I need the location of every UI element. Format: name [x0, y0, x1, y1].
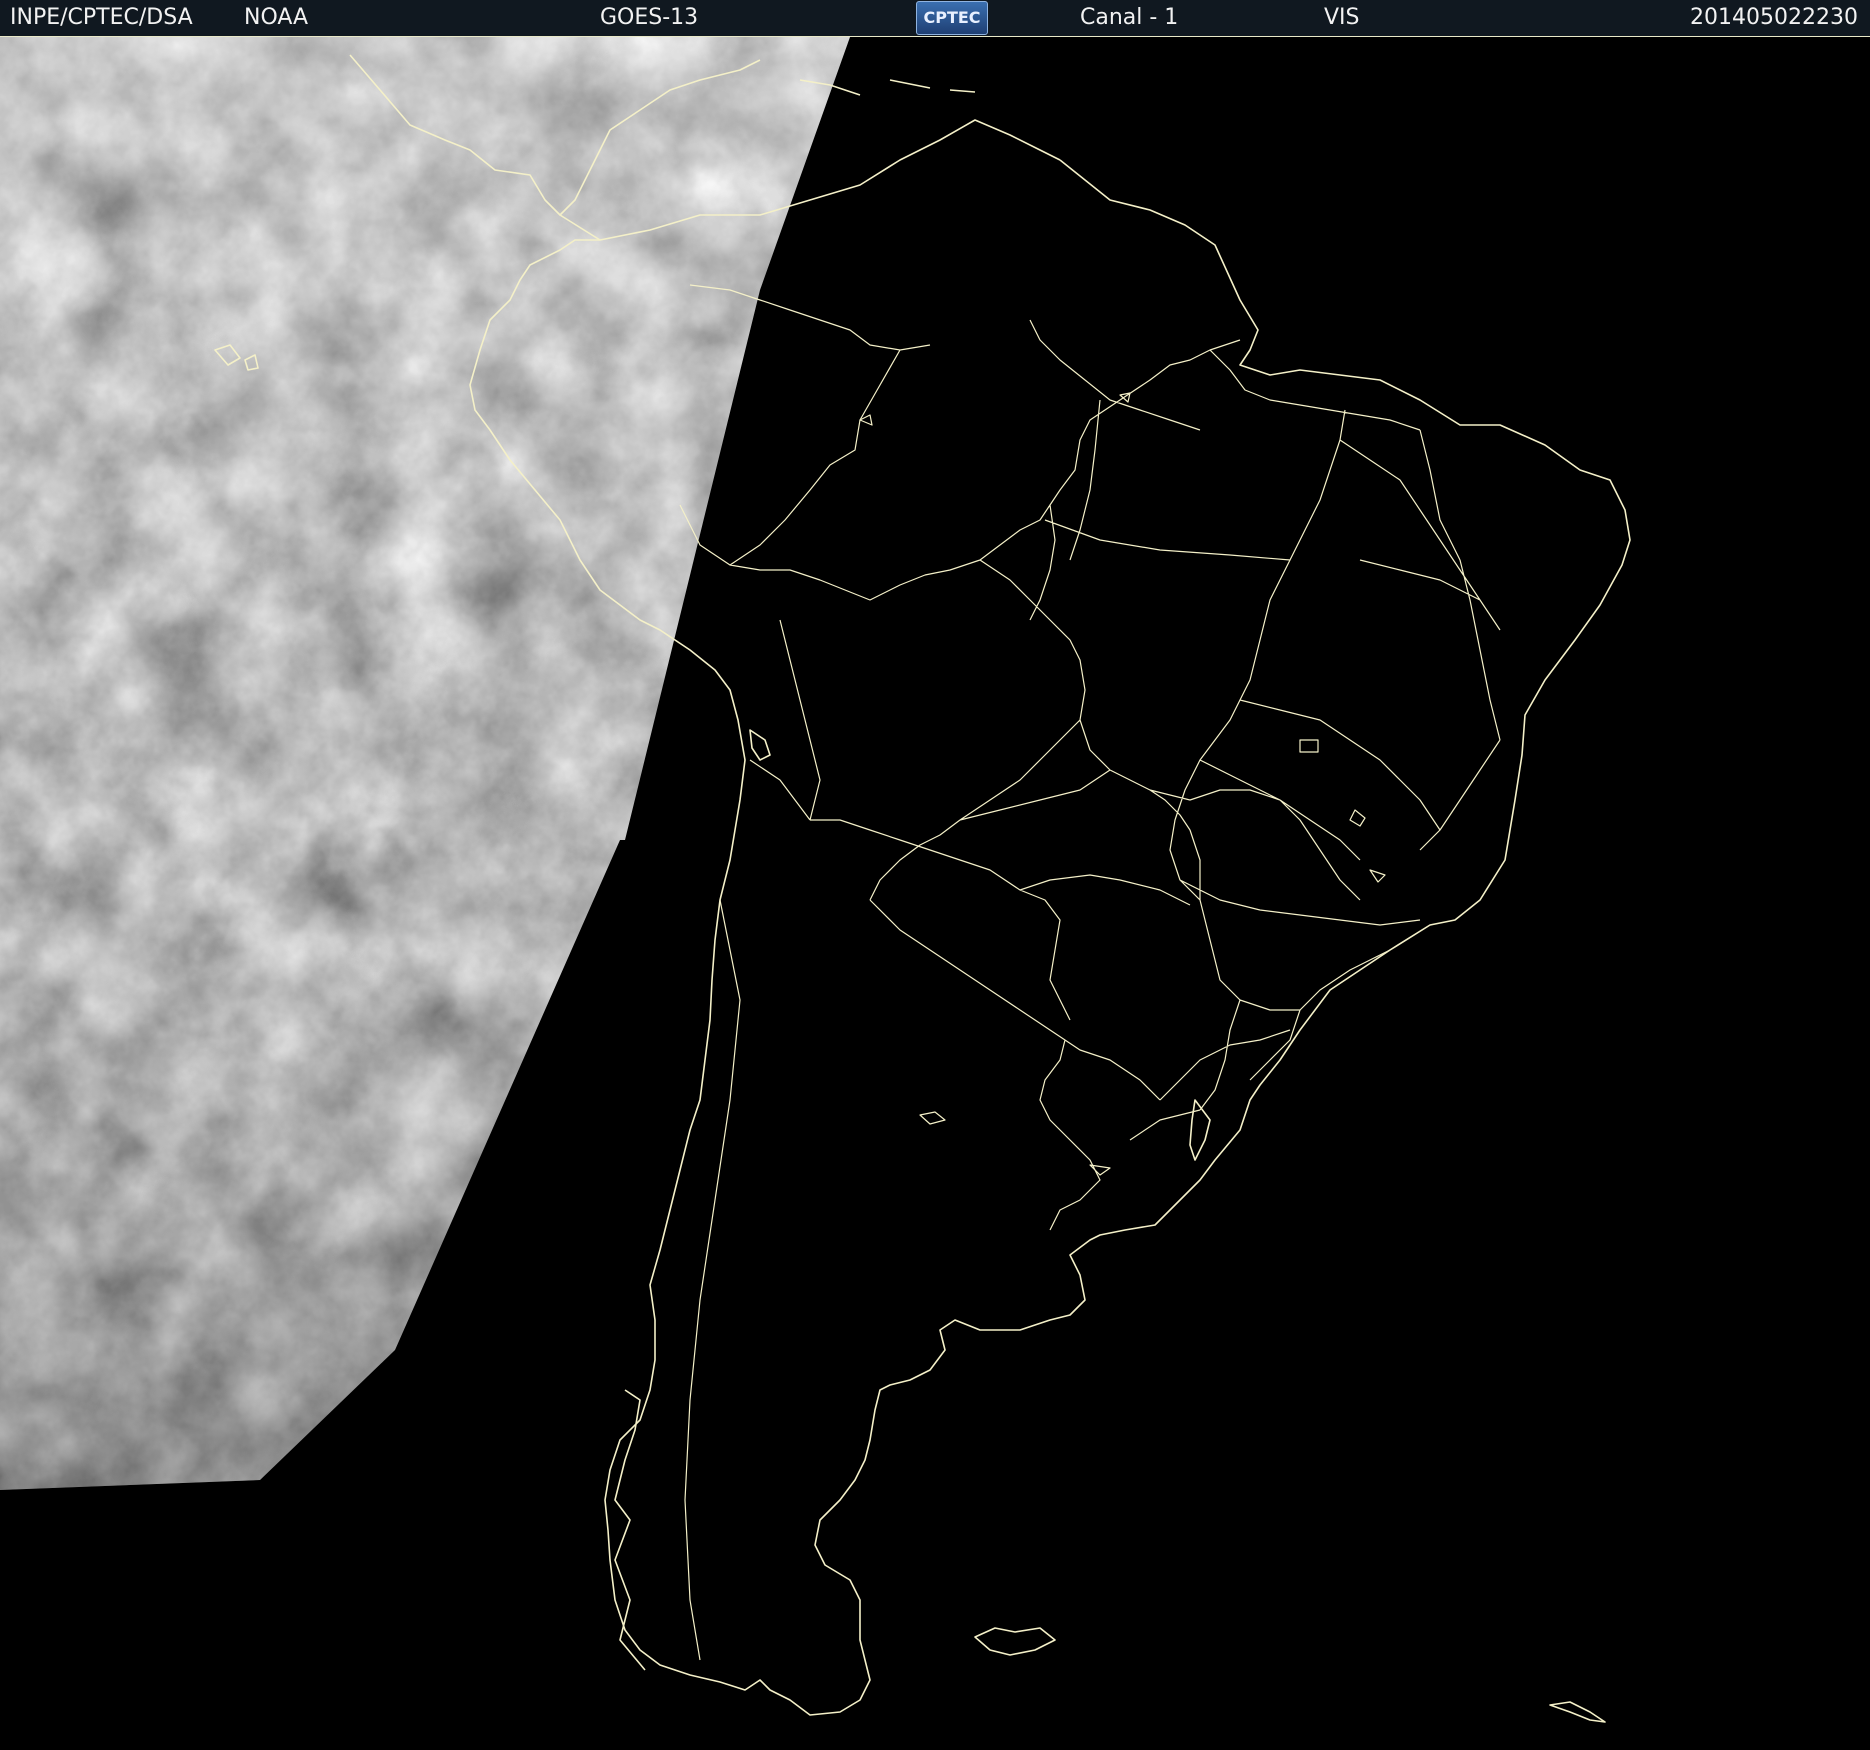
timestamp-label: 201405022230 — [1690, 5, 1858, 30]
band-label: VIS — [1324, 5, 1360, 30]
chiloe-fjords — [614, 1389, 646, 1671]
falkland-islands — [974, 1627, 1056, 1656]
cloud-shading — [0, 37, 850, 1490]
lagoa-dos-patos — [1189, 1099, 1211, 1161]
header-bar: INPE/CPTEC/DSA NOAA GOES-13 CPTEC Canal … — [0, 0, 1870, 37]
agency-label: NOAA — [244, 5, 309, 30]
satellite-label: GOES-13 — [600, 5, 699, 30]
satellite-map — [0, 37, 1870, 1750]
logo-text: CPTEC — [923, 8, 981, 27]
institution-label: INPE/CPTEC/DSA — [10, 5, 193, 30]
lake-titicaca — [749, 729, 771, 761]
map-svg — [0, 37, 1631, 1723]
south-georgia — [1549, 1701, 1606, 1723]
political-borders — [679, 284, 1501, 1661]
channel-label: Canal - 1 — [1080, 5, 1179, 30]
cptec-logo: CPTEC — [916, 1, 988, 35]
cloud-imagery — [0, 37, 850, 1490]
small-islands — [859, 392, 1386, 1176]
